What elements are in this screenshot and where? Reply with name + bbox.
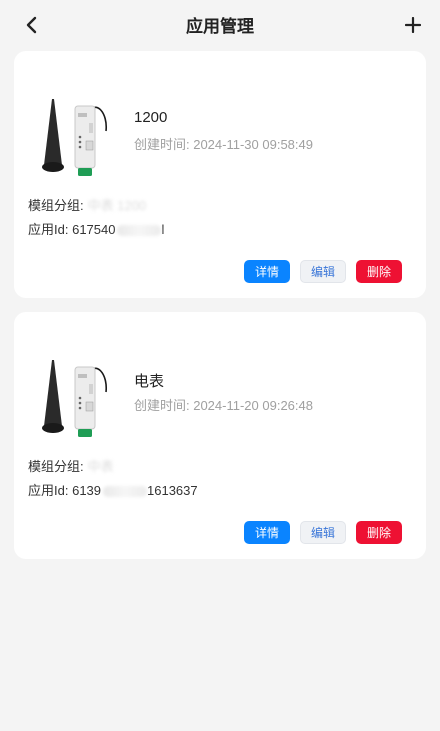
module-group-label: 模组分组: bbox=[28, 459, 84, 474]
app-id-label: 应用Id: bbox=[28, 483, 69, 498]
app-name: 1200 bbox=[134, 109, 168, 126]
delete-button[interactable]: 删除 bbox=[356, 260, 402, 283]
redacted-blur bbox=[103, 486, 148, 498]
edit-button[interactable]: 编辑 bbox=[300, 521, 346, 544]
app-id-prefix: 617540 bbox=[72, 222, 116, 237]
app-id-prefix: 6139 bbox=[72, 483, 102, 498]
page-title: 应用管理 bbox=[186, 17, 254, 36]
module-group-label: 模组分组: bbox=[28, 198, 84, 213]
redacted-blur bbox=[117, 225, 162, 237]
edit-button[interactable]: 编辑 bbox=[300, 260, 346, 283]
created-time: 创建时间: 2024-11-30 09:58:49 bbox=[134, 137, 313, 152]
device-image bbox=[42, 360, 107, 437]
app-id-line: 应用Id: 617540 l bbox=[28, 219, 164, 238]
add-app-button[interactable] bbox=[400, 12, 426, 38]
module-group-line: 模组分组: 中表 1200 bbox=[28, 195, 146, 214]
detail-button[interactable]: 详情 bbox=[244, 521, 290, 544]
app-id-label: 应用Id: bbox=[28, 222, 69, 237]
device-image bbox=[42, 99, 107, 176]
module-group-value: 中表 bbox=[87, 459, 114, 474]
delete-button[interactable]: 删除 bbox=[356, 521, 402, 544]
module-group-line: 模组分组: 中表 bbox=[28, 456, 114, 475]
app-id-suffix: 1613637 bbox=[147, 483, 198, 498]
app-card: 1200 创建时间: 2024-11-30 09:58:49 模组分组: 中表 1… bbox=[14, 51, 426, 298]
top-bar: 应用管理 bbox=[0, 0, 440, 50]
plus-icon bbox=[405, 17, 421, 33]
module-group-value: 中表 1200 bbox=[87, 198, 147, 213]
app-name: 电表 bbox=[134, 373, 165, 390]
created-time: 创建时间: 2024-11-20 09:26:48 bbox=[134, 398, 313, 413]
app-id-line: 应用Id: 6139 1613637 bbox=[28, 480, 198, 499]
app-id-suffix: l bbox=[161, 222, 165, 237]
app-card: 电表 创建时间: 2024-11-20 09:26:48 模组分组: 中表 应用I… bbox=[14, 312, 426, 559]
detail-button[interactable]: 详情 bbox=[244, 260, 290, 283]
